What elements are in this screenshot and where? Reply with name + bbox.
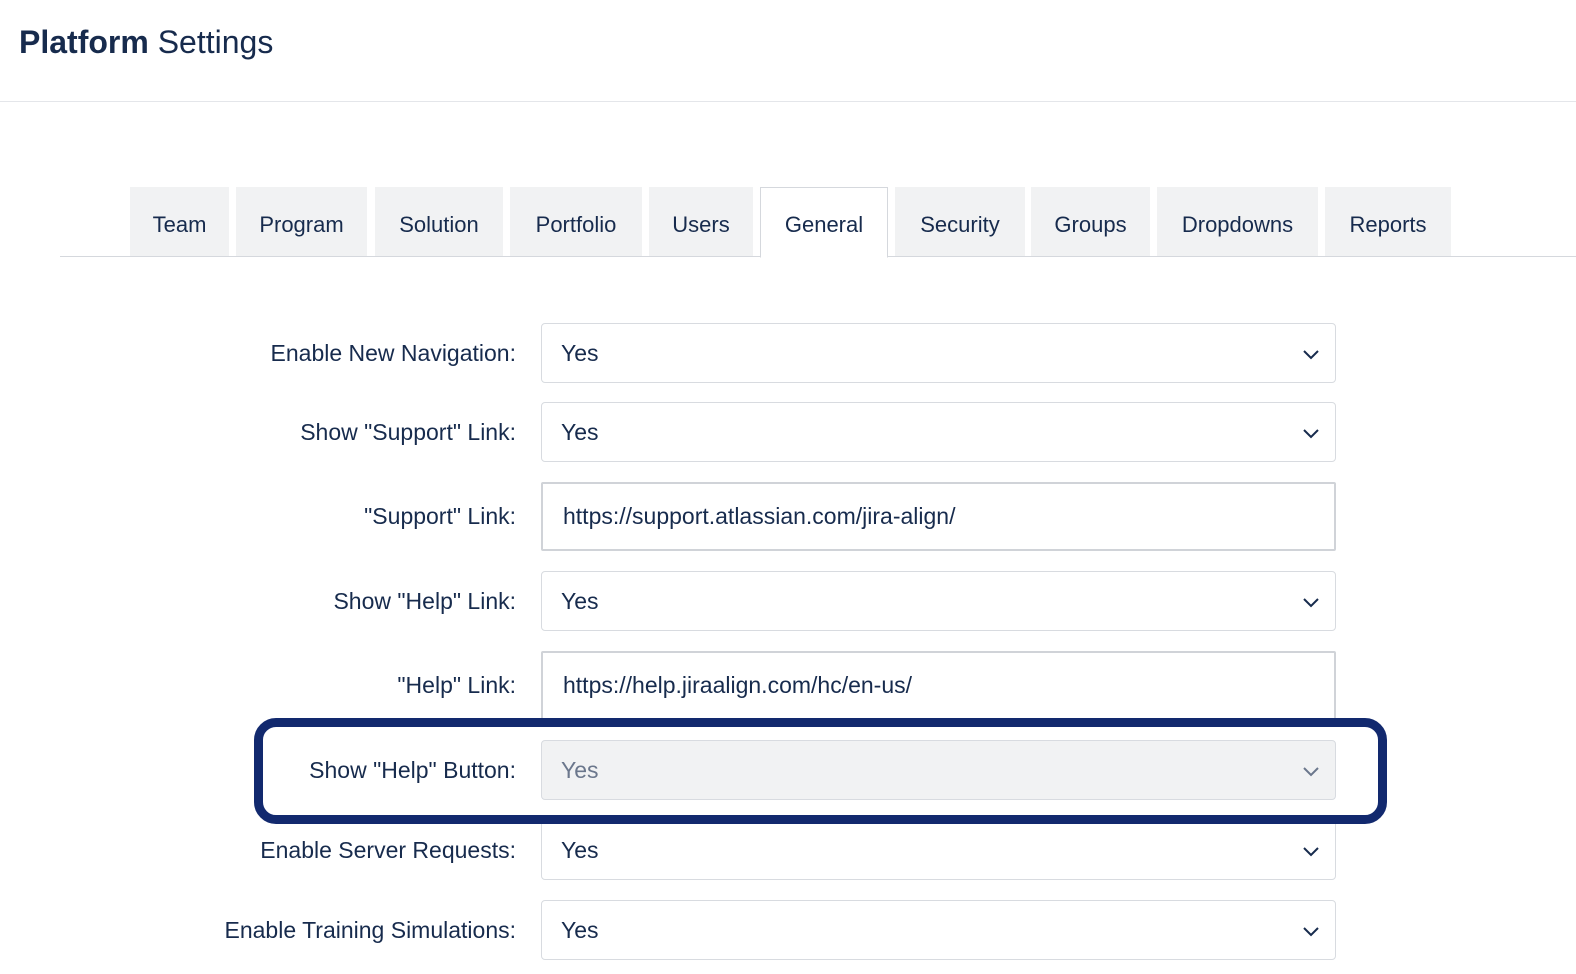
support-link-label: "Support" Link: — [364, 503, 516, 529]
show-help-button-label: Show "Help" Button: — [309, 757, 516, 783]
chevron-down-icon — [1303, 767, 1319, 777]
page-title-light: Settings — [157, 24, 274, 60]
page-title-bold: Platform — [19, 24, 149, 60]
enable-new-navigation-select[interactable]: Yes — [541, 323, 1336, 383]
show-help-button-value: Yes — [561, 757, 599, 783]
show-help-link-label: Show "Help" Link: — [333, 588, 516, 614]
support-link-input[interactable] — [541, 482, 1336, 551]
help-link-label: "Help" Link: — [397, 672, 516, 698]
tab-portfolio[interactable]: Portfolio — [510, 187, 642, 256]
enable-training-simulations-label: Enable Training Simulations: — [224, 917, 517, 943]
page-header: Platform Settings — [0, 0, 1576, 102]
page-title: Platform Settings — [19, 22, 273, 62]
help-link-input[interactable] — [541, 651, 1336, 720]
enable-new-navigation-label: Enable New Navigation: — [270, 340, 516, 366]
show-support-link-label: Show "Support" Link: — [300, 419, 516, 445]
setting-row-show-support-link: Show "Support" Link: Yes — [0, 402, 1576, 462]
show-help-link-select[interactable]: Yes — [541, 571, 1336, 631]
setting-row-enable-training-simulations: Enable Training Simulations: Yes — [0, 900, 1576, 960]
enable-training-simulations-value: Yes — [561, 917, 599, 943]
tab-general[interactable]: General — [760, 187, 888, 258]
show-help-link-value: Yes — [561, 588, 599, 614]
settings-tabs: Team Program Solution Portfolio Users Ge… — [60, 187, 1576, 258]
chevron-down-icon — [1303, 429, 1319, 439]
setting-row-show-help-link: Show "Help" Link: Yes — [0, 571, 1576, 631]
tab-users[interactable]: Users — [649, 187, 753, 256]
show-support-link-value: Yes — [561, 419, 599, 445]
chevron-down-icon — [1303, 847, 1319, 857]
enable-new-navigation-value: Yes — [561, 340, 599, 366]
tab-program[interactable]: Program — [236, 187, 367, 256]
show-help-button-select[interactable]: Yes — [541, 740, 1336, 800]
enable-server-requests-value: Yes — [561, 837, 599, 863]
tab-groups[interactable]: Groups — [1031, 187, 1150, 256]
tab-security[interactable]: Security — [895, 187, 1025, 256]
enable-server-requests-label: Enable Server Requests: — [260, 837, 516, 863]
chevron-down-icon — [1303, 350, 1319, 360]
enable-training-simulations-select[interactable]: Yes — [541, 900, 1336, 960]
enable-server-requests-select[interactable]: Yes — [541, 820, 1336, 880]
tab-dropdowns[interactable]: Dropdowns — [1157, 187, 1318, 256]
setting-row-enable-new-navigation: Enable New Navigation: Yes — [0, 323, 1576, 383]
chevron-down-icon — [1303, 598, 1319, 608]
setting-row-help-link: "Help" Link: — [0, 651, 1576, 720]
tab-solution[interactable]: Solution — [375, 187, 503, 256]
tab-team[interactable]: Team — [130, 187, 229, 256]
setting-row-enable-server-requests: Enable Server Requests: Yes — [0, 820, 1576, 880]
chevron-down-icon — [1303, 927, 1319, 937]
setting-row-support-link: "Support" Link: — [0, 482, 1576, 551]
tab-reports[interactable]: Reports — [1325, 187, 1451, 256]
show-support-link-select[interactable]: Yes — [541, 402, 1336, 462]
setting-row-show-help-button: Show "Help" Button: Yes — [0, 740, 1576, 800]
